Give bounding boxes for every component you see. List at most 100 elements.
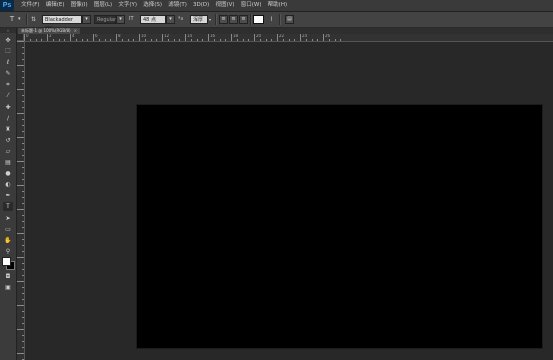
ruler-label: 4	[72, 34, 75, 38]
text-color-swatch[interactable]	[253, 15, 264, 24]
quick-select-tool-icon[interactable]: ✎	[3, 69, 13, 78]
gradient-tool-icon[interactable]: ▤	[3, 158, 13, 167]
ruler-minor-tick	[22, 179, 24, 180]
ruler-minor-tick	[52, 39, 54, 41]
document-canvas[interactable]	[137, 105, 542, 348]
ruler-minor-tick	[22, 47, 24, 48]
ruler-minor-tick	[334, 39, 336, 41]
ruler-label: 6	[95, 34, 98, 38]
menu-type[interactable]: 文字(Y)	[115, 0, 140, 11]
menu-view[interactable]: 视图(V)	[212, 0, 237, 11]
move-tool-icon[interactable]: ✥	[3, 36, 13, 45]
healing-brush-tool-icon[interactable]: ✚	[3, 103, 13, 112]
close-icon[interactable]: ×	[74, 28, 77, 33]
ruler-major-tick	[17, 137, 24, 138]
options-separator	[279, 14, 281, 25]
horizontal-ruler[interactable]: 0 2 4 6 8 10 12 14 16 18 20 22 24 26	[24, 34, 553, 42]
menu-help[interactable]: 帮助(H)	[265, 0, 291, 11]
menu-3d[interactable]: 3D(D)	[190, 0, 212, 11]
font-size-dropdown-icon[interactable]: ▾	[166, 15, 175, 24]
ruler-minor-tick	[22, 83, 24, 84]
marquee-tool-icon[interactable]: ⬚	[3, 46, 13, 55]
clone-stamp-tool-icon[interactable]: ♜	[3, 125, 13, 134]
quick-mask-icon[interactable]: ◘	[3, 272, 13, 281]
ruler-minor-tick	[144, 39, 146, 41]
path-select-tool-icon[interactable]: ➤	[3, 214, 13, 223]
menu-layer[interactable]: 图层(L)	[91, 0, 116, 11]
shape-tool-icon[interactable]: ▭	[3, 225, 13, 234]
align-center-icon[interactable]: ≡	[229, 15, 238, 24]
menu-image[interactable]: 图像(I)	[68, 0, 91, 11]
eyedropper-tool-icon[interactable]: ⁄	[3, 91, 13, 100]
align-right-icon[interactable]: ≡	[239, 15, 248, 24]
ruler-minor-tick	[22, 335, 24, 336]
ruler-minor-tick	[22, 347, 24, 348]
font-family-dropdown-icon[interactable]: ▾	[82, 15, 91, 24]
ruler-minor-tick	[202, 39, 204, 41]
menu-window[interactable]: 窗口(W)	[238, 0, 265, 11]
font-size-input[interactable]: 48 点	[140, 15, 166, 24]
anti-alias-select[interactable]: 浑厚	[190, 15, 208, 24]
blur-tool-icon[interactable]: ●	[3, 169, 13, 178]
tools-panel-grip-icon[interactable]: »	[0, 28, 16, 33]
menu-filter[interactable]: 滤镜(T)	[165, 0, 190, 11]
ruler-minor-tick	[22, 275, 24, 276]
ruler-major-tick	[17, 41, 24, 42]
vertical-ruler[interactable]	[17, 41, 25, 360]
align-left-icon[interactable]: ≡	[219, 15, 228, 24]
ruler-minor-tick	[22, 149, 24, 150]
ruler-minor-tick	[236, 39, 238, 41]
ruler-major-tick	[208, 34, 209, 41]
ruler-major-tick	[17, 305, 24, 306]
menu-edit[interactable]: 编辑(E)	[43, 0, 68, 11]
dodge-tool-icon[interactable]: ◐	[3, 180, 13, 189]
ruler-minor-tick	[265, 39, 267, 41]
warp-text-icon[interactable]: ⌇	[270, 15, 273, 24]
type-tool-icon[interactable]: T	[3, 202, 13, 211]
hand-tool-icon[interactable]: ✋	[3, 236, 13, 245]
character-panel-icon[interactable]: ▤	[285, 15, 294, 24]
ruler-major-tick	[17, 65, 24, 66]
ruler-minor-tick	[22, 53, 24, 54]
ruler-minor-tick	[22, 299, 24, 300]
pen-tool-icon[interactable]: ✒	[3, 191, 13, 200]
menu-bar: Ps 文件(F) 编辑(E) 图像(I) 图层(L) 文字(Y) 选择(S) 滤…	[0, 0, 553, 12]
text-orientation-icon[interactable]: ⇅	[31, 15, 36, 24]
anti-alias-dropdown-icon[interactable]: ▾	[209, 15, 211, 24]
ruler-minor-tick	[22, 263, 24, 264]
font-style-dropdown-icon[interactable]: ▾	[116, 15, 125, 24]
menu-select[interactable]: 选择(S)	[140, 0, 165, 11]
tools-panel: » ✥ ⬚ ℓ ✎ ⌗ ⁄ ✚ ∕ ♜ ↺ ▱ ▤ ● ◐ ✒ T ➤ ▭ ✋ ⚲ ◘ ▣	[0, 28, 17, 360]
foreground-color-swatch[interactable]	[2, 257, 11, 266]
ruler-major-tick	[70, 34, 71, 41]
options-separator	[250, 14, 252, 25]
font-family-select[interactable]: Blackadder ITC	[42, 15, 82, 32]
eraser-tool-icon[interactable]: ▱	[3, 147, 13, 156]
crop-tool-icon[interactable]: ⌗	[3, 80, 13, 89]
screen-mode-icon[interactable]: ▣	[3, 283, 13, 292]
ruler-minor-tick	[22, 251, 24, 252]
brush-tool-icon[interactable]: ∕	[3, 114, 13, 123]
ruler-origin[interactable]	[17, 34, 24, 41]
ruler-minor-tick	[64, 39, 66, 41]
ruler-major-tick	[139, 34, 140, 41]
ruler-minor-tick	[22, 71, 24, 72]
ruler-minor-tick	[110, 39, 112, 41]
font-style-select[interactable]: Regular	[94, 15, 116, 24]
ruler-minor-tick	[340, 39, 342, 41]
preset-dropdown-arrow-icon[interactable]: ▾	[18, 15, 21, 24]
ruler-minor-tick	[22, 107, 24, 108]
ruler-label: 16	[210, 34, 216, 38]
ruler-minor-tick	[22, 293, 24, 294]
zoom-tool-icon[interactable]: ⚲	[3, 247, 13, 256]
workspace-area[interactable]	[25, 42, 553, 360]
menu-file[interactable]: 文件(F)	[18, 0, 43, 11]
history-brush-tool-icon[interactable]: ↺	[3, 136, 13, 145]
lasso-tool-icon[interactable]: ℓ	[3, 58, 13, 67]
ruler-major-tick	[185, 34, 186, 41]
ruler-minor-tick	[104, 39, 106, 41]
ruler-minor-tick	[259, 39, 261, 41]
ruler-major-tick	[17, 281, 24, 282]
ruler-major-tick	[17, 113, 24, 114]
type-tool-preset-icon[interactable]: T	[7, 15, 17, 24]
